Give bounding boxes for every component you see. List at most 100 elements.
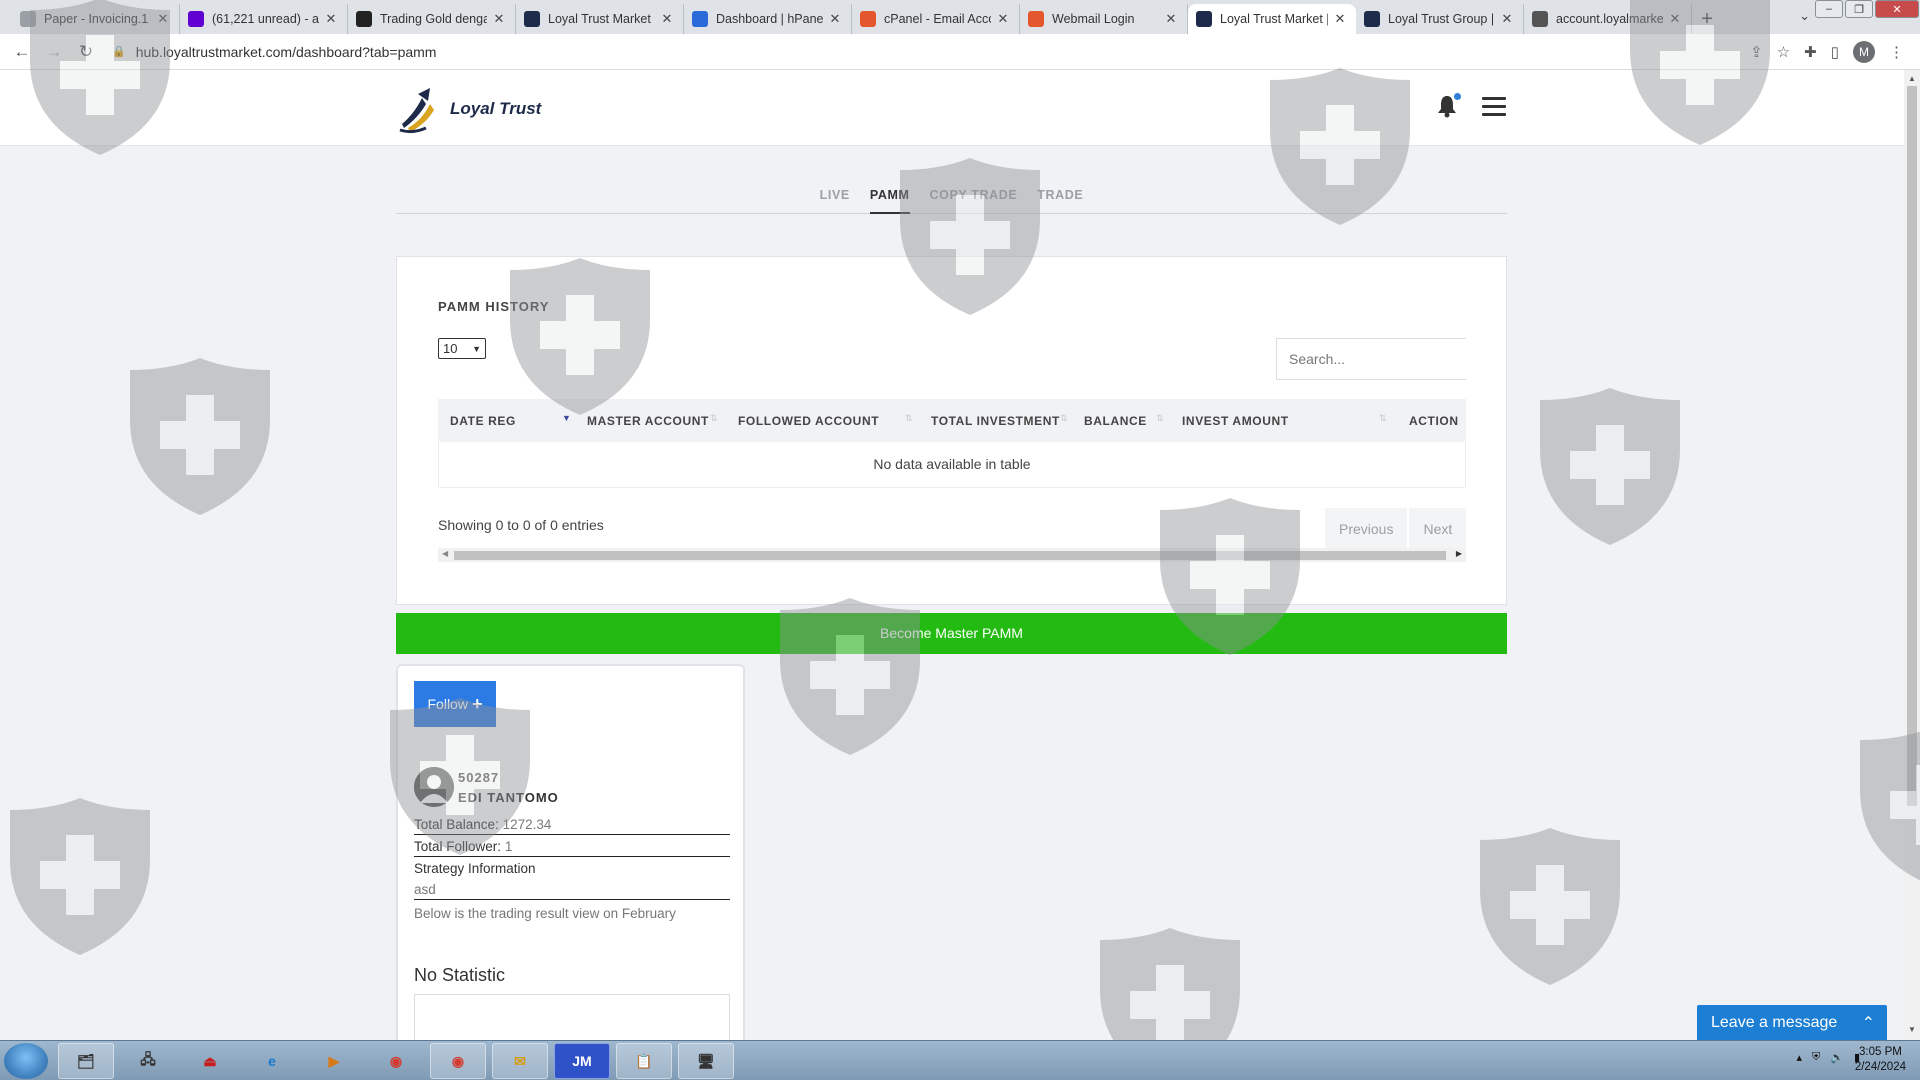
browser-tab-title: account.loyalmarke	[1556, 12, 1663, 26]
browser-tab[interactable]: (61,221 unread) - al ✕	[180, 4, 348, 34]
start-button[interactable]	[4, 1043, 48, 1079]
page-length-select[interactable]: 10 ▼	[438, 338, 486, 359]
minimize-button[interactable]: –	[1815, 0, 1843, 18]
forward-arrow-icon[interactable]: →	[38, 42, 70, 62]
follow-button[interactable]: Follow +	[414, 681, 496, 727]
previous-page-button[interactable]: Previous	[1325, 508, 1408, 550]
next-page-button[interactable]: Next	[1409, 508, 1467, 550]
browser-tab[interactable]: Loyal Trust Market | ✕	[1188, 4, 1356, 34]
scroll-left-arrow-icon[interactable]: ◀	[442, 549, 448, 558]
close-tab-icon[interactable]: ✕	[1499, 11, 1515, 27]
tab-pamm[interactable]: PAMM	[869, 184, 910, 214]
browser-tab[interactable]: Trading Gold denga ✕	[348, 4, 516, 34]
tray-expand-icon[interactable]: ▴	[1796, 1051, 1802, 1064]
browser-tab[interactable]: cPanel - Email Acco ✕	[852, 4, 1020, 34]
browser-tab-title: Dashboard | hPanel	[716, 12, 823, 26]
notification-dot	[1454, 93, 1461, 100]
side-panel-icon[interactable]: ▯	[1831, 43, 1839, 61]
logo-text: Loyal Trust	[450, 99, 542, 118]
horizontal-scrollbar-thumb[interactable]	[454, 551, 1446, 560]
close-window-button[interactable]: ✕	[1875, 0, 1919, 18]
share-icon[interactable]: ⇪	[1750, 43, 1763, 61]
table-horizontal-scrollbar[interactable]: ◀ ▶	[438, 548, 1466, 562]
total-balance-row: Total Balance: 1272.34	[414, 817, 730, 835]
extensions-puzzle-icon[interactable]: ✚	[1804, 43, 1817, 61]
ie-icon[interactable]: e	[244, 1043, 300, 1079]
column-header-invest-amount[interactable]: INVEST AMOUNT	[1182, 414, 1289, 428]
network-icon[interactable]: 🖧	[120, 1043, 176, 1079]
empty-table-row: No data available in table	[438, 442, 1466, 488]
site-logo[interactable]: Loyal Trust	[396, 84, 541, 134]
maximize-button[interactable]: ❐	[1845, 0, 1873, 18]
column-header-action[interactable]: ACTION	[1409, 414, 1459, 428]
table-search-input[interactable]	[1276, 338, 1466, 380]
notes-icon[interactable]: 📋	[616, 1043, 672, 1079]
close-tab-icon[interactable]: ✕	[659, 11, 675, 27]
browser-menu-icon[interactable]: ⋮	[1889, 43, 1904, 61]
scroll-up-arrow-icon[interactable]: ▲	[1908, 74, 1916, 83]
column-header-date-reg[interactable]: DATE REG	[450, 414, 516, 428]
browser-tab-title: Loyal Trust Market |	[548, 12, 655, 26]
browser-tab[interactable]: Loyal Trust Market | ✕	[516, 4, 684, 34]
column-header-total-investment[interactable]: TOTAL INVESTMENT	[931, 414, 1060, 428]
acrobat-icon[interactable]: ⏏	[182, 1043, 238, 1079]
watermark-shield-icon	[1540, 388, 1680, 545]
watermark-shield-icon	[130, 358, 270, 515]
reload-icon[interactable]: ↻	[70, 42, 102, 62]
new-tab-icon[interactable]: +	[1692, 4, 1722, 34]
tab-live[interactable]: LIVE	[820, 184, 850, 214]
hamburger-menu-icon[interactable]	[1482, 97, 1506, 117]
outlook-icon[interactable]: ✉	[492, 1043, 548, 1079]
volume-icon[interactable]: 🔈	[1830, 1051, 1844, 1064]
browser-tab[interactable]: Loyal Trust Group | ✕	[1356, 4, 1524, 34]
column-header-balance[interactable]: BALANCE	[1084, 414, 1147, 428]
page-scrollbar[interactable]: ▲ ▼	[1904, 70, 1920, 1040]
become-master-pamm-button[interactable]: Become Master PAMM	[396, 613, 1507, 654]
close-tab-icon[interactable]: ✕	[1332, 11, 1348, 27]
tab-copy-trade[interactable]: COPY TRADE	[930, 184, 1018, 214]
tab-search-chevron-icon[interactable]: ⌄	[1799, 8, 1810, 24]
remote-desktop-icon[interactable]: 🖥	[678, 1043, 734, 1079]
table-header: DATE REG ▼ MASTER ACCOUNT ⇅ FOLLOWED ACCOUNT…	[438, 399, 1466, 442]
browser-tab[interactable]: Dashboard | hPanel ✕	[684, 4, 852, 34]
window-controls: – ❐ ✕	[1814, 0, 1920, 18]
browser-tab-title: Trading Gold denga	[380, 12, 487, 26]
profile-avatar[interactable]: M	[1853, 40, 1875, 63]
chrome-icon[interactable]: ◉	[430, 1043, 486, 1079]
bookmark-star-icon[interactable]: ☆	[1777, 43, 1790, 61]
network-tray-icon[interactable]: ⛨	[1812, 1051, 1820, 1064]
browser-tab-title: Loyal Trust Group |	[1388, 12, 1495, 26]
scroll-right-arrow-icon[interactable]: ▶	[1456, 549, 1462, 558]
chevron-up-icon: ⌃	[1861, 1014, 1875, 1032]
media-player-icon[interactable]: ▶	[306, 1043, 362, 1079]
system-clock[interactable]: 3:05 PM 2/24/2024	[1855, 1045, 1906, 1075]
trading-result-note: Below is the trading result view on Febr…	[414, 906, 676, 921]
close-tab-icon[interactable]: ✕	[995, 11, 1011, 27]
column-header-followed-account[interactable]: FOLLOWED ACCOUNT	[738, 414, 879, 428]
scrollbar-thumb[interactable]	[1907, 86, 1917, 806]
xm-icon	[356, 11, 372, 27]
browser-tab[interactable]: account.loyalmarke ✕	[1524, 4, 1692, 34]
back-arrow-icon[interactable]: ←	[6, 42, 38, 62]
scroll-down-arrow-icon[interactable]: ▼	[1908, 1025, 1916, 1034]
close-tab-icon[interactable]: ✕	[155, 11, 171, 27]
sort-icon: ⇅	[710, 413, 718, 423]
browser-tab[interactable]: Webmail Login ✕	[1020, 4, 1188, 34]
close-tab-icon[interactable]: ✕	[491, 11, 507, 27]
close-tab-icon[interactable]: ✕	[323, 11, 339, 27]
browser-tab[interactable]: Paper - Invoicing.1 ✕	[12, 4, 180, 34]
cpanel-icon	[1028, 11, 1044, 27]
column-header-master-account[interactable]: MASTER ACCOUNT	[587, 414, 709, 428]
leave-message-chat-button[interactable]: Leave a message ⌃	[1697, 1005, 1887, 1040]
jm-icon[interactable]: JM	[554, 1043, 610, 1079]
page-length-value: 10	[443, 341, 458, 356]
system-tray: ▴ ⛨ 🔈 ▮	[1796, 1051, 1860, 1064]
url-field[interactable]: 🔒 hub.loyaltrustmarket.com/dashboard?tab…	[112, 44, 1750, 60]
close-tab-icon[interactable]: ✕	[827, 11, 843, 27]
tab-trade[interactable]: TRADE	[1037, 184, 1083, 214]
close-tab-icon[interactable]: ✕	[1667, 11, 1683, 27]
explorer-icon[interactable]: 🗂	[58, 1043, 114, 1079]
user-avatar-icon	[414, 767, 454, 807]
chrome-icon[interactable]: ◉	[368, 1043, 424, 1079]
close-tab-icon[interactable]: ✕	[1163, 11, 1179, 27]
